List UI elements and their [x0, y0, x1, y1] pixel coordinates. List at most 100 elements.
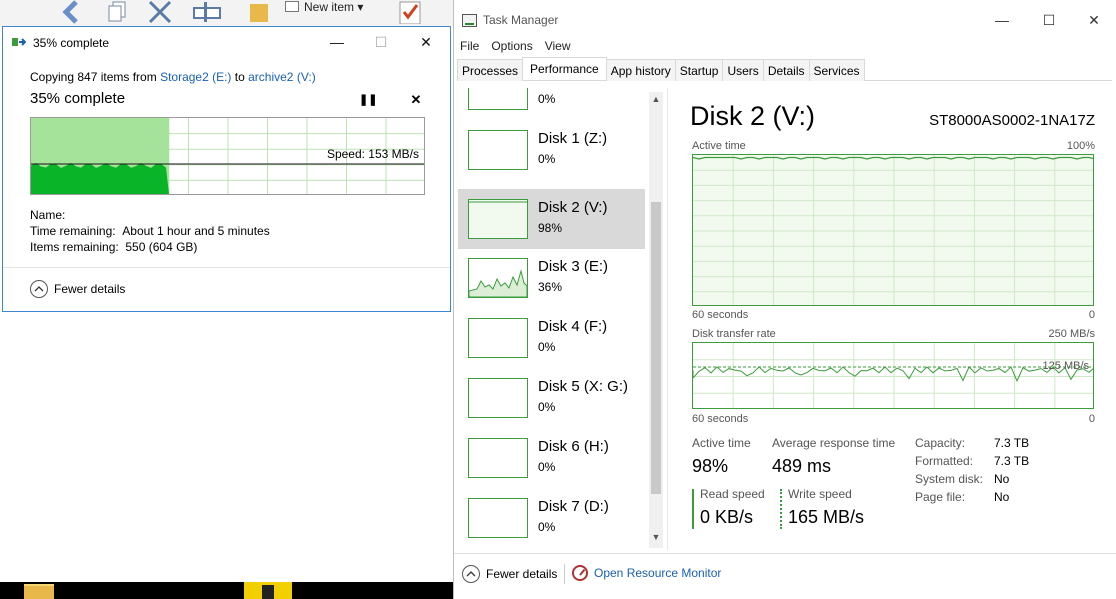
checkmark-icon[interactable] [398, 0, 424, 24]
fewer-details-label: Fewer details [486, 567, 558, 581]
percent-complete: 35% complete [30, 90, 126, 107]
folder-icon[interactable] [248, 0, 270, 24]
rename-icon[interactable] [192, 0, 222, 24]
task-manager-icon [462, 14, 477, 27]
scroll-up-icon[interactable]: ▲ [649, 94, 663, 108]
minimize-icon: — [995, 12, 1009, 28]
task-manager-window: Task Manager — ☐ ✕ File Options View Pro… [453, 0, 1116, 599]
copying-summary: Copying 847 items from Storage2 (E:) to … [30, 70, 316, 84]
transfer-duration-label: 60 seconds [692, 413, 749, 425]
maximize-button[interactable]: ☐ [359, 30, 403, 54]
maximize-icon: ☐ [374, 33, 388, 50]
disk-percent: 0% [538, 520, 556, 534]
active-time-graph-label: Active time [692, 140, 746, 152]
taskbar-explorer-active-icon[interactable] [244, 582, 292, 599]
new-item-button[interactable]: New item ▾ [304, 0, 363, 14]
resource-item-disk0[interactable]: 0% [458, 88, 645, 120]
pause-icon: ❚❚ [359, 94, 378, 106]
active-time-duration-label: 60 seconds [692, 309, 749, 321]
tm-maximize-button[interactable]: ☐ [1026, 8, 1072, 32]
taskbar-explorer-icon[interactable] [24, 584, 54, 599]
transfer-graph-max: 250 MB/s [1048, 328, 1095, 340]
open-resource-monitor-link[interactable]: Open Resource Monitor [572, 565, 721, 581]
resource-item-disk7[interactable]: Disk 7 (D:) 0% [458, 488, 645, 548]
resource-list: 0% Disk 1 (Z:) 0% Disk 2 (V:) 98% Disk 3… [458, 88, 651, 548]
tab-details[interactable]: Details [762, 59, 810, 81]
copy-icon[interactable] [104, 0, 132, 24]
formatted-label: Formatted: [915, 454, 974, 468]
active-time-graph-svg [693, 155, 1093, 305]
scrollbar-thumb[interactable] [651, 202, 661, 494]
disk-thumbnail [468, 258, 528, 298]
time-remaining-label: Time remaining: [30, 224, 116, 238]
disk-percent: 0% [538, 400, 556, 414]
disk-name: Disk 7 (D:) [538, 498, 609, 515]
close-button[interactable]: ✕ [404, 30, 448, 54]
active-time-stat-label: Active time [692, 436, 751, 450]
source-link[interactable]: Storage2 (E:) [160, 70, 231, 84]
active-time-stat-value: 98% [692, 456, 729, 476]
tab-startup[interactable]: Startup [674, 59, 724, 81]
tab-app-history[interactable]: App history [605, 59, 676, 81]
active-time-graph-max: 100% [1066, 140, 1095, 152]
tm-minimize-button[interactable]: — [979, 8, 1025, 32]
resource-item-disk4[interactable]: Disk 4 (F:) 0% [458, 308, 645, 368]
copy-progress-icon [12, 38, 26, 46]
taskbar [0, 582, 454, 599]
tm-fewer-details-button[interactable]: Fewer details [462, 565, 557, 583]
transfer-graph-label: Disk transfer rate [692, 328, 776, 340]
resource-item-disk3[interactable]: Disk 3 (E:) 36% [458, 248, 645, 308]
menu-view[interactable]: View [539, 37, 577, 55]
tab-processes[interactable]: Processes [457, 59, 524, 81]
disk-name: Disk 6 (H:) [538, 438, 609, 455]
disk-percent: 98% [538, 221, 563, 235]
delete-icon[interactable] [146, 0, 174, 24]
speed-fill [31, 163, 170, 194]
copy-dialog-titlebar[interactable]: 35% complete — ☐ ✕ [3, 27, 450, 57]
tm-close-button[interactable]: ✕ [1071, 8, 1116, 32]
resource-item-disk6[interactable]: Disk 6 (H:) 0% [458, 428, 645, 488]
active-time-min: 0 [1088, 309, 1095, 321]
disk-percent: 36% [538, 280, 563, 294]
tab-users[interactable]: Users [722, 59, 764, 81]
disk-thumbnail [468, 438, 528, 478]
transfer-rate-graph-svg [693, 343, 1093, 408]
task-manager-title: Task Manager [483, 13, 559, 27]
pause-button[interactable]: ❚❚ [359, 91, 377, 109]
resource-list-scrollbar[interactable]: ▲ ▼ [649, 92, 663, 548]
resource-item-disk1[interactable]: Disk 1 (Z:) 0% [458, 120, 645, 180]
minimize-icon: — [330, 34, 344, 50]
task-manager-titlebar[interactable]: Task Manager — ☐ ✕ [454, 0, 1116, 36]
resource-item-disk5[interactable]: Disk 5 (X: G:) 0% [458, 368, 645, 428]
disk-name: Disk 1 (Z:) [538, 130, 608, 147]
transfer-rate-graph: 125 MB/s [692, 342, 1094, 409]
write-speed-bar [780, 489, 782, 529]
tab-performance[interactable]: Performance [522, 57, 607, 80]
disk-model: ST8000AS0002-1NA17Z [929, 112, 1095, 129]
menu-file[interactable]: File [454, 37, 485, 55]
back-icon [62, 0, 78, 24]
disk-thumbnail [468, 498, 528, 538]
scroll-down-icon[interactable]: ▼ [649, 532, 663, 546]
disk-name: Disk 4 (F:) [538, 318, 608, 335]
disk-thumbnail [468, 318, 528, 358]
read-speed-label: Read speed [700, 487, 765, 501]
maximize-icon: ☐ [1042, 11, 1056, 28]
resource-item-disk2[interactable]: Disk 2 (V:) 98% [458, 189, 645, 249]
tab-services[interactable]: Services [808, 59, 865, 81]
footer-divider [564, 564, 565, 584]
minimize-button[interactable]: — [315, 30, 359, 54]
items-remaining-label: Items remaining: [30, 240, 119, 254]
name-label: Name: [30, 208, 66, 222]
task-manager-footer: Fewer details Open Resource Monitor [454, 553, 1116, 593]
menu-options[interactable]: Options [485, 37, 538, 55]
system-disk-value: No [994, 472, 1010, 486]
cancel-button[interactable]: ✕ [407, 91, 425, 109]
transfer-graph-mid: 125 MB/s [1042, 360, 1089, 372]
read-speed-bar [692, 489, 694, 529]
active-time-graph [692, 154, 1094, 306]
destination-link[interactable]: archive2 (V:) [248, 70, 316, 84]
disk-percent: 0% [538, 460, 556, 474]
fewer-details-button[interactable]: Fewer details [30, 280, 125, 298]
disk-percent: 0% [538, 92, 556, 106]
